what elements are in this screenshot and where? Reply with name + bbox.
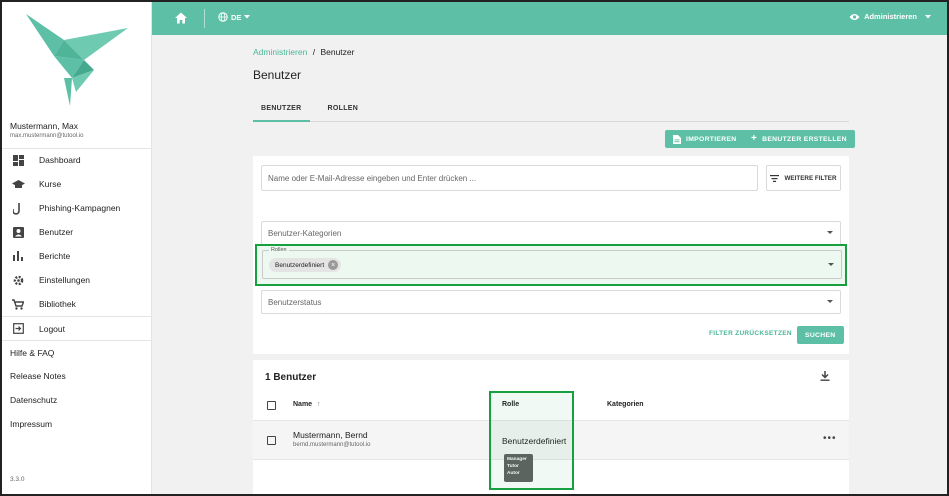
caret-down-icon	[827, 231, 833, 234]
link-datenschutz[interactable]: Datenschutz	[2, 388, 152, 412]
logout-icon	[11, 322, 25, 336]
sidebar-item-label: Berichte	[39, 251, 71, 261]
gear-icon	[11, 273, 25, 287]
role-chip[interactable]: Benutzerdefiniert ×	[269, 258, 342, 272]
bar-chart-icon	[11, 249, 25, 263]
roles-label: Rollen	[269, 247, 289, 253]
chevron-down-icon	[244, 15, 251, 19]
logo-bird-icon	[26, 14, 128, 106]
sidebar-item-benutzer[interactable]: Benutzer	[2, 220, 152, 244]
breadcrumb: Administrieren / Benutzer	[253, 47, 354, 57]
import-button[interactable]: IMPORTIEREN	[665, 130, 745, 148]
page-title: Benutzer	[253, 68, 302, 82]
app-window: Mustermann, Max max.mustermann@tutool.io…	[0, 0, 949, 496]
sidebar-item-label: Kurse	[39, 179, 62, 189]
search-input[interactable]: Name oder E-Mail-Adresse eingeben und En…	[261, 165, 758, 191]
chip-remove-icon[interactable]: ×	[328, 260, 339, 270]
sidebar-item-label: Phishing-Kampagnen	[39, 203, 121, 213]
sidebar-item-kurse[interactable]: Kurse	[2, 172, 152, 196]
search-placeholder: Name oder E-Mail-Adresse eingeben und En…	[268, 173, 477, 183]
cart-icon	[11, 297, 25, 311]
topbar-divider	[204, 9, 205, 28]
reset-filters-button[interactable]: FILTER ZURÜCKSETZEN	[709, 330, 792, 337]
import-label: IMPORTIEREN	[686, 135, 737, 143]
phishing-hook-icon	[11, 201, 25, 215]
sidebar-item-label: Bibliothek	[39, 299, 76, 309]
breadcrumb-current: Benutzer	[320, 47, 355, 57]
sidebar-item-label: Logout	[39, 323, 65, 334]
categories-select[interactable]: Benutzer-Kategorien	[261, 221, 841, 245]
language-selector[interactable]: DE	[218, 12, 251, 22]
status-select[interactable]: Benutzerstatus	[261, 290, 841, 314]
tab-rollen[interactable]: ROLLEN	[320, 98, 367, 122]
more-filters-button[interactable]: WEITERE FILTER	[766, 165, 841, 191]
sidebar-nav: Dashboard Kurse Phishing-Kampagnen Benut…	[2, 148, 152, 436]
download-icon[interactable]	[819, 370, 831, 382]
sidebar-item-berichte[interactable]: Berichte	[2, 244, 152, 268]
file-icon	[673, 134, 681, 144]
tab-benutzer[interactable]: BENUTZER	[253, 98, 310, 122]
more-filters-label: WEITERE FILTER	[784, 174, 837, 182]
search-button[interactable]: SUCHEN	[797, 326, 844, 344]
plus-icon: +	[751, 133, 758, 144]
roles-highlight: Rollen Benutzerdefiniert ×	[255, 244, 847, 286]
status-placeholder: Benutzerstatus	[268, 297, 322, 307]
sidebar-item-label: Benutzer	[39, 227, 74, 237]
link-help-faq[interactable]: Hilfe & FAQ	[2, 340, 152, 364]
user-profile: Mustermann, Max max.mustermann@tutool.io	[2, 117, 152, 149]
column-name-label: Name	[293, 401, 313, 408]
breadcrumb-separator: /	[312, 47, 316, 57]
row-user-name: Mustermann, Bernd	[293, 430, 368, 440]
role-chip-label: Benutzerdefiniert	[275, 261, 325, 269]
row-checkbox[interactable]	[267, 436, 276, 445]
breadcrumb-link-administrieren[interactable]: Administrieren	[253, 47, 307, 57]
globe-icon	[218, 12, 228, 22]
link-release-notes[interactable]: Release Notes	[2, 364, 152, 388]
link-impressum[interactable]: Impressum	[2, 412, 152, 436]
filter-panel: Name oder E-Mail-Adresse eingeben und En…	[253, 156, 849, 354]
column-header-name[interactable]: Name ↑	[293, 401, 321, 408]
sidebar-item-dashboard[interactable]: Dashboard	[2, 148, 152, 172]
create-user-label: BENUTZER ERSTELLEN	[762, 135, 847, 143]
graduation-cap-icon	[11, 177, 25, 191]
sort-arrow-up-icon: ↑	[317, 401, 321, 408]
chevron-down-icon	[925, 14, 931, 18]
filter-icon	[770, 174, 780, 182]
search-button-label: SUCHEN	[805, 331, 836, 339]
role-label: Administrieren	[864, 12, 917, 21]
language-label: DE	[231, 12, 242, 22]
create-user-button[interactable]: + BENUTZER ERSTELLEN	[743, 130, 855, 148]
caret-down-icon	[828, 263, 834, 266]
sidebar-item-phishing[interactable]: Phishing-Kampagnen	[2, 196, 152, 220]
sidebar: Mustermann, Max max.mustermann@tutool.io…	[2, 2, 152, 494]
result-count: 1 Benutzer	[265, 372, 317, 383]
sidebar-item-einstellungen[interactable]: Einstellungen	[2, 268, 152, 292]
sidebar-item-label: Einstellungen	[39, 275, 91, 285]
select-all-checkbox[interactable]	[267, 401, 276, 410]
home-icon[interactable]	[174, 11, 188, 25]
row-user-email: bernd.mustermann@tutool.io	[293, 442, 371, 448]
dashboard-icon	[11, 153, 25, 167]
role-column-highlight	[489, 391, 574, 490]
tab-bar: BENUTZER ROLLEN	[253, 98, 849, 122]
more-actions-icon[interactable]: •••	[823, 433, 837, 444]
sidebar-item-label: Dashboard	[39, 155, 81, 165]
column-header-categories: Kategorien	[607, 401, 644, 408]
user-badge-icon	[11, 225, 25, 239]
categories-placeholder: Benutzer-Kategorien	[268, 228, 342, 238]
role-menu[interactable]: Administrieren	[849, 12, 931, 21]
sidebar-item-bibliothek[interactable]: Bibliothek	[2, 292, 152, 316]
app-version: 3.3.0	[10, 476, 25, 483]
eye-icon	[849, 13, 860, 20]
user-email: max.mustermann@tutool.io	[10, 133, 84, 139]
user-name: Mustermann, Max	[10, 121, 79, 131]
roles-select[interactable]: Rollen Benutzerdefiniert ×	[262, 247, 842, 279]
caret-down-icon	[827, 300, 833, 303]
sidebar-item-logout[interactable]: Logout	[2, 316, 152, 340]
top-bar: DE Administrieren	[152, 2, 947, 35]
